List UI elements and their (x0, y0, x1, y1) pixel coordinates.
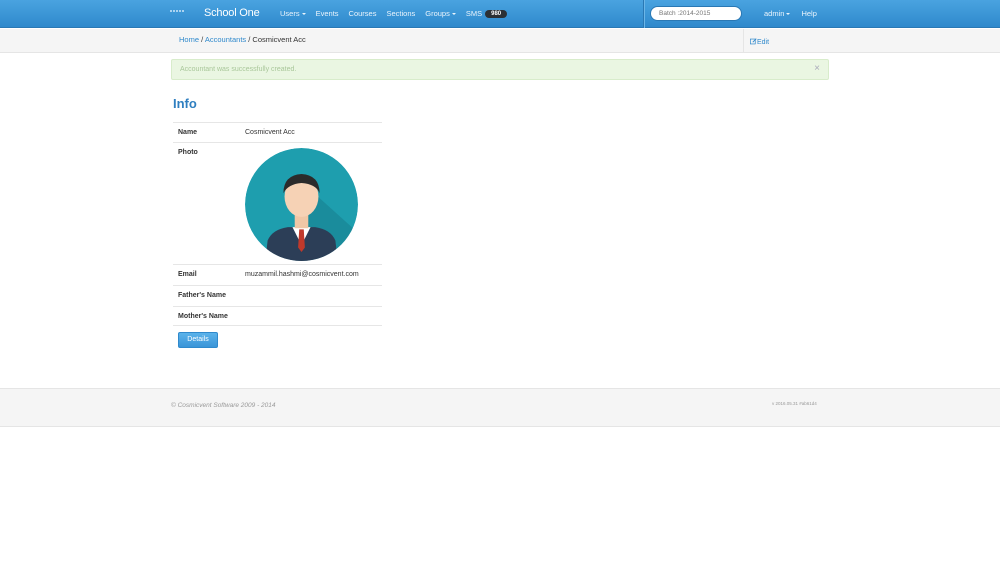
email-value: muzammil.hashmi@cosmicvent.com (245, 271, 359, 278)
photo-label: Photo (178, 149, 198, 156)
nav-sms[interactable]: SMS 980 (465, 9, 508, 19)
table-row: Photo (173, 142, 382, 264)
breadcrumb-home[interactable]: Home (179, 35, 199, 44)
main-nav: Users Events Courses Sections Groups SMS… (280, 9, 517, 19)
nav-users-label: Users (280, 9, 300, 18)
version-text: v 2016.05.31 #ab61d4 (772, 401, 817, 406)
logo-icon (170, 5, 194, 12)
copyright-text: © Cosmicvent Software 2009 - 2014 (171, 402, 276, 409)
chevron-down-icon (451, 13, 456, 16)
nav-events[interactable]: Events (316, 9, 339, 18)
close-icon[interactable]: × (814, 63, 820, 74)
name-label: Name (178, 129, 198, 136)
nav-divider (643, 0, 644, 28)
sms-count-badge: 980 (485, 10, 508, 19)
edit-link[interactable]: Edit (750, 38, 769, 46)
breadcrumb: Home / Accountants / Cosmicvent Acc (179, 35, 306, 44)
name-value: Cosmicvent Acc (245, 129, 295, 136)
batch-search-input[interactable] (650, 6, 742, 21)
nav-groups-label: Groups (425, 9, 450, 18)
nav-users[interactable]: Users (280, 9, 306, 18)
avatar (245, 148, 358, 261)
chevron-down-icon (786, 13, 791, 16)
alert-message: Accountant was successfully created. (180, 66, 297, 73)
table-row: Mother's Name (173, 306, 382, 326)
subbar-divider (743, 29, 744, 53)
brand-title[interactable]: School One (204, 7, 260, 19)
footer: © Cosmicvent Software 2009 - 2014 v 2016… (0, 388, 1000, 427)
edit-label: Edit (757, 39, 770, 46)
table-row: Email muzammil.hashmi@cosmicvent.com (173, 264, 382, 285)
mother-name-label: Mother's Name (178, 313, 228, 320)
edit-icon (750, 38, 757, 45)
help-link[interactable]: Help (801, 9, 816, 18)
breadcrumb-accountants[interactable]: Accountants (205, 35, 246, 44)
user-menu-label: admin (764, 9, 785, 18)
user-nav: admin Help (764, 9, 828, 18)
success-alert: Accountant was successfully created. × (171, 59, 829, 80)
table-row: Name Cosmicvent Acc (173, 122, 382, 142)
info-table: Name Cosmicvent Acc Photo Email muzammil… (173, 122, 382, 326)
nav-sms-label: SMS (465, 9, 483, 18)
chevron-down-icon (301, 13, 306, 16)
sub-header: Home / Accountants / Cosmicvent Acc Edit (0, 29, 1000, 53)
page-title: Info (173, 96, 197, 111)
nav-sections[interactable]: Sections (386, 9, 415, 18)
table-row: Father's Name (173, 285, 382, 306)
details-button[interactable]: Details (178, 332, 218, 348)
nav-courses[interactable]: Courses (349, 9, 377, 18)
breadcrumb-current: Cosmicvent Acc (252, 35, 306, 44)
father-name-label: Father's Name (178, 292, 226, 299)
user-menu[interactable]: admin (764, 9, 791, 18)
email-label: Email (178, 271, 197, 278)
top-navbar: School One Users Events Courses Sections… (0, 0, 1000, 28)
nav-groups[interactable]: Groups (425, 9, 456, 18)
